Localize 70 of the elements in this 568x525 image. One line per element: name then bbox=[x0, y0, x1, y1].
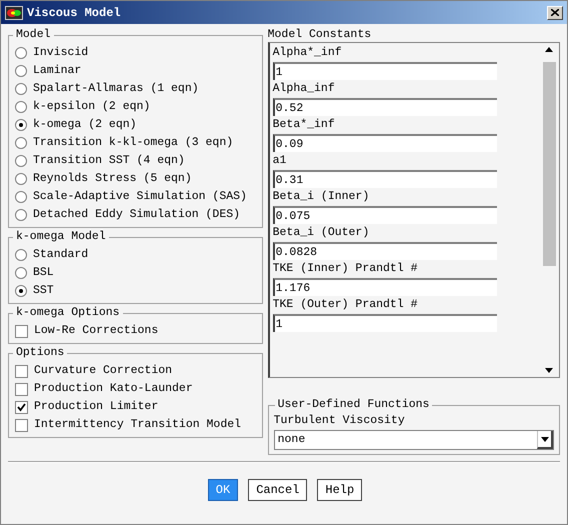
radio-button[interactable] bbox=[15, 101, 27, 113]
field-label: Alpha_inf bbox=[272, 81, 336, 97]
input-field[interactable]: 1.176 bbox=[272, 278, 497, 296]
checkbox[interactable] bbox=[15, 418, 28, 432]
radio-button[interactable] bbox=[15, 191, 27, 203]
checkbox-option[interactable]: Production Limiter bbox=[15, 398, 256, 416]
checkbox-option[interactable]: Production Kato-Launder bbox=[15, 380, 256, 398]
radio-button[interactable] bbox=[15, 285, 27, 297]
field-label: a1 bbox=[272, 153, 288, 169]
section-title: Model Constants bbox=[268, 28, 372, 42]
radio-option[interactable]: Detached Eddy Simulation (DES) bbox=[15, 206, 256, 224]
radio-button[interactable] bbox=[15, 267, 27, 279]
scroll-down-icon[interactable] bbox=[545, 368, 553, 373]
app-logo-icon bbox=[5, 6, 23, 20]
field-label: Turbulent Viscosity bbox=[274, 413, 406, 429]
checkbox[interactable] bbox=[15, 324, 28, 338]
radio-button[interactable] bbox=[15, 155, 27, 167]
field-label: Alpha*_inf bbox=[272, 45, 343, 61]
close-button[interactable] bbox=[547, 6, 563, 20]
group-title: Options bbox=[15, 346, 66, 360]
radio-option[interactable]: BSL bbox=[15, 264, 256, 282]
scroll-up-icon[interactable] bbox=[545, 47, 553, 52]
field-label: Beta*_inf bbox=[272, 117, 336, 133]
radio-option[interactable]: Reynolds Stress (5 eqn) bbox=[15, 170, 256, 188]
radio-button[interactable] bbox=[15, 249, 27, 261]
group-title: k-omega Model bbox=[15, 230, 107, 244]
dialog-button[interactable]: Cancel bbox=[248, 479, 308, 501]
radio-button[interactable] bbox=[15, 47, 27, 59]
radio-option[interactable]: Transition k-kl-omega (3 eqn) bbox=[15, 134, 256, 152]
input-field[interactable]: 0.52 bbox=[272, 98, 497, 116]
checkbox[interactable] bbox=[15, 382, 28, 396]
checkbox[interactable] bbox=[15, 364, 28, 378]
input-field[interactable]: 0.075 bbox=[272, 206, 497, 224]
checkbox-option[interactable]: Low-Re Corrections bbox=[15, 322, 256, 340]
checkbox-option[interactable]: Curvature Correction bbox=[15, 362, 256, 380]
radio-option[interactable]: k-omega (2 eqn) bbox=[15, 116, 256, 134]
radio-option[interactable]: Scale-Adaptive Simulation (SAS) bbox=[15, 188, 256, 206]
radio-option[interactable]: Laminar bbox=[15, 62, 256, 80]
field-label: Beta_i (Outer) bbox=[272, 225, 370, 241]
dropdown[interactable]: none bbox=[274, 430, 554, 450]
input-field[interactable]: 1 bbox=[272, 62, 497, 80]
input-field[interactable]: 0.09 bbox=[272, 134, 497, 152]
field-label: TKE (Outer) Prandtl # bbox=[272, 297, 419, 313]
radio-option[interactable]: Spalart-Allmaras (1 eqn) bbox=[15, 80, 256, 98]
input-field[interactable]: 1 bbox=[272, 314, 497, 332]
field-label: Beta_i (Inner) bbox=[272, 189, 370, 205]
checkbox-option[interactable]: Intermittency Transition Model bbox=[15, 416, 256, 434]
radio-button[interactable] bbox=[15, 173, 27, 185]
radio-button[interactable] bbox=[15, 137, 27, 149]
radio-option[interactable]: k-epsilon (2 eqn) bbox=[15, 98, 256, 116]
group-title: k-omega Options bbox=[15, 306, 121, 320]
radio-button[interactable] bbox=[15, 209, 27, 221]
radio-button[interactable] bbox=[15, 119, 27, 131]
window-title: Viscous Model bbox=[27, 4, 122, 22]
close-icon bbox=[551, 9, 559, 16]
group-title: User-Defined Functions bbox=[276, 398, 430, 412]
group-title: Model bbox=[15, 28, 52, 42]
dialog-button[interactable]: Help bbox=[317, 479, 362, 501]
scrollbar-thumb[interactable] bbox=[542, 62, 556, 266]
input-field[interactable]: 0.0828 bbox=[272, 242, 497, 260]
radio-option[interactable]: Standard bbox=[15, 246, 256, 264]
radio-option[interactable]: SST bbox=[15, 282, 256, 300]
radio-option[interactable]: Transition SST (4 eqn) bbox=[15, 152, 256, 170]
checkbox[interactable] bbox=[15, 400, 28, 414]
field-label: TKE (Inner) Prandtl # bbox=[272, 261, 419, 277]
dropdown-caret-icon bbox=[540, 436, 548, 442]
radio-button[interactable] bbox=[15, 65, 27, 77]
input-field[interactable]: 0.31 bbox=[272, 170, 497, 188]
radio-option[interactable]: Inviscid bbox=[15, 44, 256, 62]
radio-button[interactable] bbox=[15, 83, 27, 95]
